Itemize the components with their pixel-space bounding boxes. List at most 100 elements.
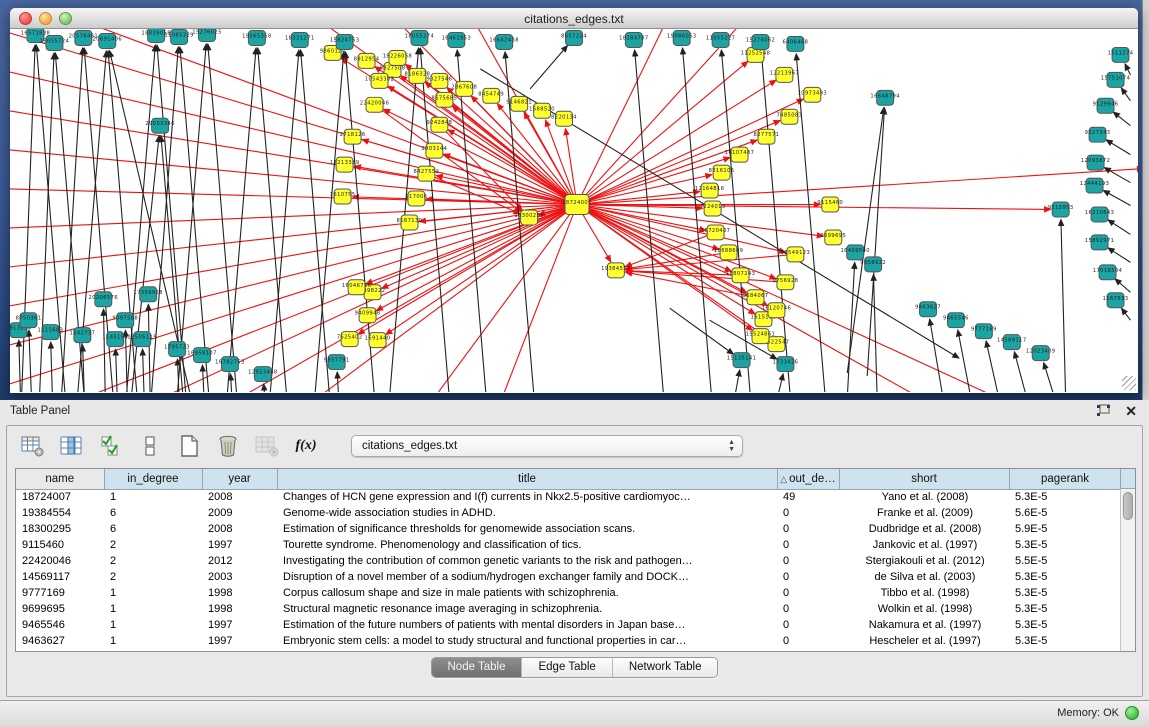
network-node[interactable]: 8220134 [551, 111, 577, 126]
function-builder-icon[interactable]: f(x) [294, 434, 318, 458]
network-node[interactable]: 8187130 [397, 215, 423, 230]
network-edge[interactable] [143, 349, 145, 392]
network-edge[interactable] [577, 61, 748, 204]
column-header-in_degree[interactable]: in_degree [104, 469, 202, 489]
network-node[interactable]: 9409948 [355, 308, 381, 323]
network-node[interactable]: 15276025 [192, 29, 222, 41]
network-node[interactable]: 1691440 [365, 333, 391, 348]
network-node[interactable]: 9215953 [1048, 202, 1074, 217]
network-node[interactable]: 9115460 [817, 197, 843, 212]
table-selector-dropdown[interactable]: citations_edges.txt ▲▼ [351, 435, 743, 457]
table-row[interactable]: 977716911998Corpus callosum shape and si… [16, 585, 1121, 601]
network-edge[interactable] [530, 46, 567, 89]
table-row[interactable]: 946362711997Embryonic stem cells: a mode… [16, 633, 1121, 649]
network-edge[interactable] [1103, 190, 1130, 205]
table-row[interactable]: 2242004622012Investigating the contribut… [16, 553, 1121, 569]
network-node[interactable]: 20691406 [93, 33, 123, 48]
network-node[interactable]: 20206576 [89, 292, 119, 307]
network-node[interactable]: 9756928 [773, 275, 799, 290]
table-row[interactable]: 1872400712008Changes of HCN gene express… [16, 489, 1121, 505]
resize-grip[interactable] [1122, 376, 1136, 390]
network-node[interactable]: 19384554 [601, 263, 631, 278]
network-edge[interactable] [10, 205, 577, 349]
network-edge[interactable] [796, 54, 825, 392]
network-node[interactable]: 8316106 [709, 165, 735, 180]
network-edge[interactable] [264, 384, 265, 392]
network-node[interactable]: 18839058 [141, 29, 171, 42]
network-node[interactable]: 9465546 [943, 313, 969, 328]
network-edge[interactable] [847, 108, 884, 373]
network-node[interactable]: 8912954 [354, 53, 380, 68]
network-edge[interactable] [1061, 219, 1066, 392]
column-header-short[interactable]: short [839, 469, 1009, 489]
network-node[interactable]: 18724007 [562, 195, 592, 215]
column-header-name[interactable]: name [16, 469, 104, 489]
table-row[interactable]: 911546021997Tourette syndrome. Phenomeno… [16, 537, 1121, 553]
network-node[interactable]: 16642438 [489, 34, 519, 49]
network-node[interactable]: 18184787 [619, 32, 649, 47]
network-edge[interactable] [430, 205, 577, 392]
network-node[interactable]: 9097588 [112, 313, 138, 328]
network-node[interactable]: 7625402 [337, 332, 363, 347]
network-edge[interactable] [1125, 64, 1131, 75]
network-node[interactable]: 18331271 [285, 32, 315, 47]
network-edge[interactable] [231, 374, 232, 392]
window-titlebar[interactable]: citations_edges.txt [10, 8, 1138, 29]
new-table-icon[interactable] [177, 434, 201, 458]
network-node[interactable]: 19086053 [667, 30, 697, 45]
network-node[interactable]: 16958107 [187, 348, 217, 363]
network-node[interactable]: 1342737 [69, 328, 95, 343]
network-node[interactable]: 19055724 [40, 35, 70, 50]
network-node[interactable]: 1795723 [164, 342, 190, 357]
network-edge[interactable] [670, 308, 734, 354]
network-node[interactable]: 1610755 [330, 189, 356, 204]
network-node[interactable]: 8557224 [561, 30, 587, 45]
network-edge[interactable] [930, 319, 943, 392]
attribute-table-settings-icon[interactable] [21, 434, 45, 458]
column-header-out_de[interactable]: △out_de… [777, 469, 839, 489]
node-table[interactable]: namein_degreeyeartitle△out_de…shortpager… [15, 468, 1136, 652]
network-edge[interactable] [1113, 112, 1130, 126]
network-node[interactable]: 7485083 [776, 109, 802, 124]
network-edge[interactable] [231, 205, 577, 392]
network-edge[interactable] [1121, 308, 1130, 320]
table-row[interactable]: 1456911722003Disruption of a novel membe… [16, 569, 1121, 585]
network-node[interactable]: 18055274 [405, 30, 435, 45]
network-edge[interactable] [1121, 88, 1130, 101]
network-node[interactable]: 18807243 [726, 268, 756, 283]
network-node[interactable]: 7224013 [700, 201, 726, 216]
network-node[interactable]: 15751074 [1101, 72, 1131, 87]
float-panel-icon[interactable] [1096, 404, 1111, 418]
column-header-title[interactable]: title [277, 469, 777, 489]
network-node[interactable]: 2803144 [421, 143, 447, 158]
network-edge[interactable] [1108, 248, 1131, 263]
network-edge[interactable] [311, 205, 577, 392]
network-node[interactable]: 9684067 [743, 290, 769, 305]
network-node[interactable]: 12093872 [1081, 155, 1111, 170]
network-node[interactable]: 16549123 [781, 247, 811, 262]
network-node[interactable]: 17016504 [1093, 265, 1123, 280]
table-row[interactable]: 1830029562008Estimation of significance … [16, 521, 1121, 537]
network-canvas[interactable]: 9170061115683114519411675331342737151127… [10, 29, 1138, 392]
tab-edge-table[interactable]: Edge Table [521, 658, 611, 677]
tab-network-table[interactable]: Network Table [612, 658, 718, 677]
network-node[interactable]: 12023409 [1026, 346, 1056, 361]
network-edge[interactable] [683, 48, 712, 392]
network-node[interactable]: 19565358 [242, 30, 272, 45]
network-node[interactable]: 12213967 [770, 67, 800, 82]
network-node[interactable]: 15892971 [1085, 235, 1115, 250]
network-node[interactable]: 917006 [405, 191, 427, 206]
select-all-icon[interactable] [99, 434, 123, 458]
network-graph[interactable]: 9170061115683114519411675331342737151127… [10, 29, 1138, 392]
network-node[interactable]: 16648794 [870, 90, 900, 105]
network-edge[interactable] [177, 44, 206, 392]
delete-entries-trash-icon[interactable] [216, 434, 240, 458]
vertical-scrollbar[interactable] [1120, 489, 1135, 651]
network-node[interactable]: 16210643 [1085, 207, 1115, 222]
network-edge[interactable] [1044, 363, 1055, 392]
network-node[interactable]: 8454749 [478, 88, 504, 103]
network-node[interactable]: 16782753 [215, 357, 245, 372]
close-panel-icon[interactable]: ✕ [1125, 404, 1137, 418]
network-edge[interactable] [19, 340, 21, 392]
network-edge[interactable] [1108, 220, 1131, 235]
